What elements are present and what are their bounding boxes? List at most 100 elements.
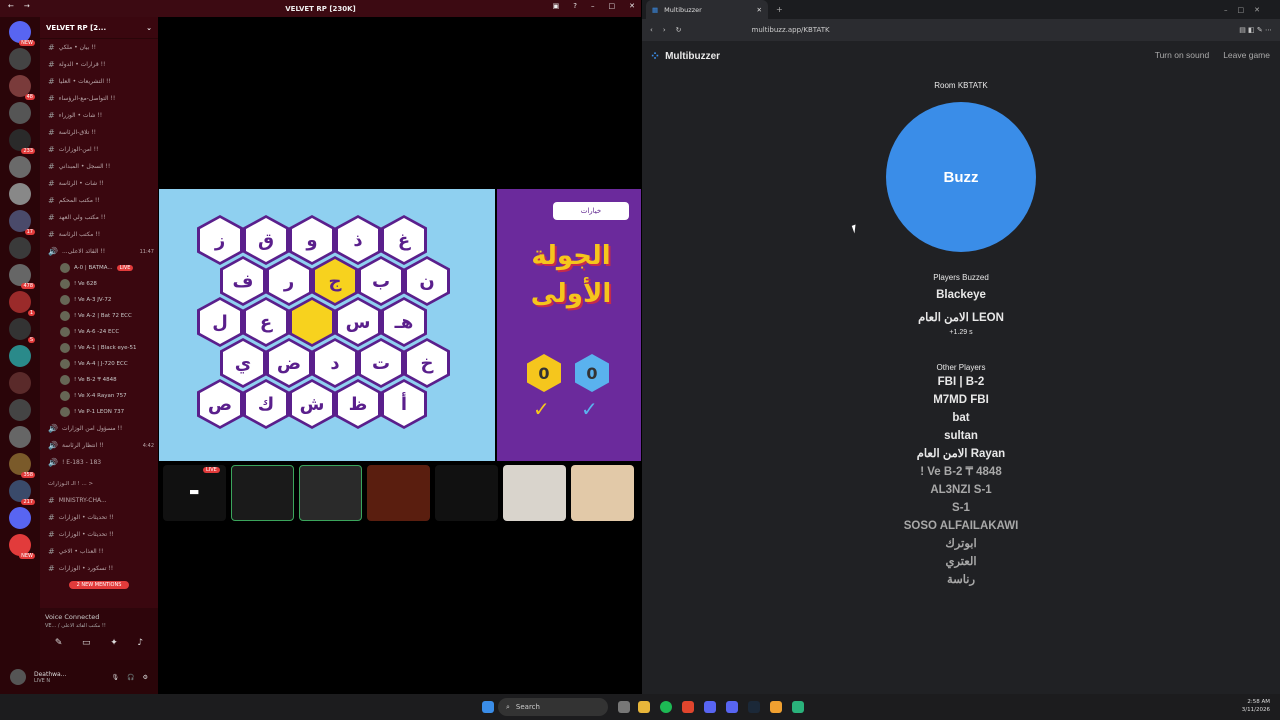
gear-icon[interactable]: ⚙ — [143, 674, 148, 681]
server-icon[interactable] — [9, 183, 31, 205]
stream-thumb-live[interactable]: LIVE ▬ — [163, 465, 226, 521]
app-icon[interactable] — [770, 701, 782, 713]
voice-user[interactable]: ! Ve A-1 | Black eye-51 — [40, 340, 158, 356]
text-channel[interactable]: # بيان • ملكي !! — [40, 39, 158, 56]
participant-thumb[interactable] — [435, 465, 498, 521]
voice-user[interactable]: ! Ve A-3 JV-72 — [40, 292, 158, 308]
text-channel[interactable]: # العذاب • الاخي !! — [40, 543, 158, 560]
server-header[interactable]: VELVET RP [2... ⌄ — [40, 17, 158, 39]
task-view-icon[interactable] — [618, 701, 630, 713]
screen-share-icon[interactable]: ▭ — [82, 638, 91, 648]
participant-thumb[interactable] — [231, 465, 294, 521]
start-icon[interactable] — [482, 701, 494, 713]
voice-user[interactable]: ! Ve A-2 | Bat 72 ECC — [40, 308, 158, 324]
voice-channel[interactable]: 🔊 انتظار الرئاسة !! 4:42 — [40, 437, 158, 454]
camera-icon[interactable]: ✎ — [55, 638, 63, 648]
close-icon[interactable]: ✕ — [629, 2, 635, 10]
server-icon[interactable]: S — [9, 318, 35, 343]
server-icon[interactable] — [9, 507, 31, 529]
maximize-icon[interactable]: □ — [609, 2, 616, 10]
server-icon[interactable]: 217 — [9, 480, 35, 505]
voice-user[interactable]: ! Ve B-2 ₸ 4848 — [40, 372, 158, 388]
inbox-icon[interactable]: ▣ — [553, 2, 560, 10]
channel-category[interactable]: الـ الـوزارات ! ... > — [40, 475, 158, 492]
steam-icon[interactable] — [748, 701, 760, 713]
reload-icon[interactable]: ↻ — [676, 26, 682, 34]
server-icon[interactable]: NEW — [9, 21, 35, 46]
voice-channel[interactable]: 🔊 ...القائد الاعلى !! 11:47 — [40, 243, 158, 260]
participant-thumb[interactable] — [571, 465, 634, 521]
server-icon[interactable] — [9, 345, 31, 367]
server-icon[interactable]: 48 — [9, 75, 35, 100]
activity-icon[interactable]: ✦ — [110, 638, 118, 648]
server-icon[interactable] — [9, 102, 31, 124]
spotify-icon[interactable] — [660, 701, 672, 713]
new-mentions-pill[interactable]: 2 NEW MENTIONS — [69, 581, 129, 589]
server-icon[interactable] — [9, 372, 31, 394]
brave-icon[interactable] — [682, 701, 694, 713]
taskbar-search[interactable]: ⌕ Search — [498, 698, 608, 716]
explorer-icon[interactable] — [638, 701, 650, 713]
url-field[interactable]: multibuzz.app/KBTATK — [752, 26, 830, 34]
soundboard-icon[interactable]: ♪ — [137, 638, 143, 648]
tab-multibuzzer[interactable]: ▦ Multibuzzer ✕ — [646, 0, 768, 19]
forward-icon[interactable]: › — [663, 26, 666, 34]
headphones-icon[interactable]: 🎧 — [127, 674, 134, 681]
voice-user[interactable]: ! Ve P-1 LEON 737 — [40, 404, 158, 420]
text-channel[interactable]: # التشريعات • العليا !! — [40, 73, 158, 90]
text-channel[interactable]: # شات • الرئاسة !! — [40, 175, 158, 192]
help-icon[interactable]: ? — [573, 2, 577, 10]
options-button[interactable]: خيارات — [553, 202, 629, 220]
clock[interactable]: 2:58 AM 3/11/2026 — [1242, 698, 1270, 714]
brand[interactable]: ⁘ Multibuzzer — [650, 49, 720, 63]
text-channel[interactable]: # مكتب الرئاسة !! — [40, 226, 158, 243]
new-tab-icon[interactable]: + — [776, 5, 783, 14]
discord-icon[interactable] — [704, 701, 716, 713]
buzz-button[interactable]: Buzz — [886, 102, 1036, 252]
text-channel[interactable]: # MINISTRY-CHA... — [40, 492, 158, 509]
participant-thumb[interactable] — [367, 465, 430, 521]
server-icon[interactable]: 358 — [9, 453, 35, 478]
voice-channel[interactable]: 🔊! E-183 - 183 — [40, 454, 158, 471]
participant-thumb[interactable] — [299, 465, 362, 521]
text-channel[interactable]: # السجل • المبداني !! — [40, 158, 158, 175]
text-channel[interactable]: # تسكورد • الوزارات !! — [40, 560, 158, 577]
server-icon[interactable]: 233 — [9, 129, 35, 154]
server-icon[interactable]: 478 — [9, 264, 35, 289]
chevron-down-icon[interactable]: ⌄ — [146, 24, 152, 32]
server-icon[interactable]: 1 — [9, 291, 35, 316]
text-channel[interactable]: # التواصل-مع-الرؤساء !! — [40, 90, 158, 107]
text-channel[interactable]: # مكتب المحكم !! — [40, 192, 158, 209]
text-channel[interactable]: # تحديثات • الوزارات !! — [40, 526, 158, 543]
microphone-icon[interactable]: 🎙 — [112, 674, 120, 681]
server-icon[interactable] — [9, 237, 31, 259]
voice-user[interactable]: ! Ve A-4 | J-720 ECC — [40, 356, 158, 372]
discord-icon[interactable] — [726, 701, 738, 713]
server-icon[interactable]: 17 — [9, 210, 35, 235]
server-icon[interactable] — [9, 48, 31, 70]
voice-channel[interactable]: 🔊 مسؤول امن الوزارات !! — [40, 420, 158, 437]
voice-user[interactable]: ! Ve X-4 Rayan 757 — [40, 388, 158, 404]
leave-game-link[interactable]: Leave game — [1223, 50, 1270, 60]
server-icon[interactable] — [9, 399, 31, 421]
text-channel[interactable]: # شات • الوزراء !! — [40, 107, 158, 124]
minimize-icon[interactable]: – — [591, 2, 595, 10]
turn-on-sound-link[interactable]: Turn on sound — [1155, 50, 1210, 60]
participant-thumb[interactable] — [503, 465, 566, 521]
voice-user[interactable]: A-0 | BATMA... LIVE — [40, 260, 158, 276]
server-icon[interactable]: NEW — [9, 534, 35, 559]
window-controls[interactable]: –□✕ — [1224, 6, 1270, 14]
server-icon[interactable] — [9, 156, 31, 178]
voice-user[interactable]: ! Ve A-6 -24 ECC — [40, 324, 158, 340]
app-icon[interactable] — [792, 701, 804, 713]
avatar[interactable] — [10, 669, 26, 685]
back-icon[interactable]: ‹ — [650, 26, 653, 34]
server-icon[interactable] — [9, 426, 31, 448]
text-channel[interactable]: # مكتب ولي العهد !! — [40, 209, 158, 226]
text-channel[interactable]: # قرارات • الدولة !! — [40, 56, 158, 73]
text-channel[interactable]: # تلاق-الرئاسة !! — [40, 124, 158, 141]
text-channel[interactable]: # امن-الوزارات !! — [40, 141, 158, 158]
close-tab-icon[interactable]: ✕ — [757, 6, 762, 14]
text-channel[interactable]: # تحديثات • الوزارات !! — [40, 509, 158, 526]
extensions-icon[interactable]: ▤ ◧ ✎ ⋯ — [1239, 26, 1272, 34]
